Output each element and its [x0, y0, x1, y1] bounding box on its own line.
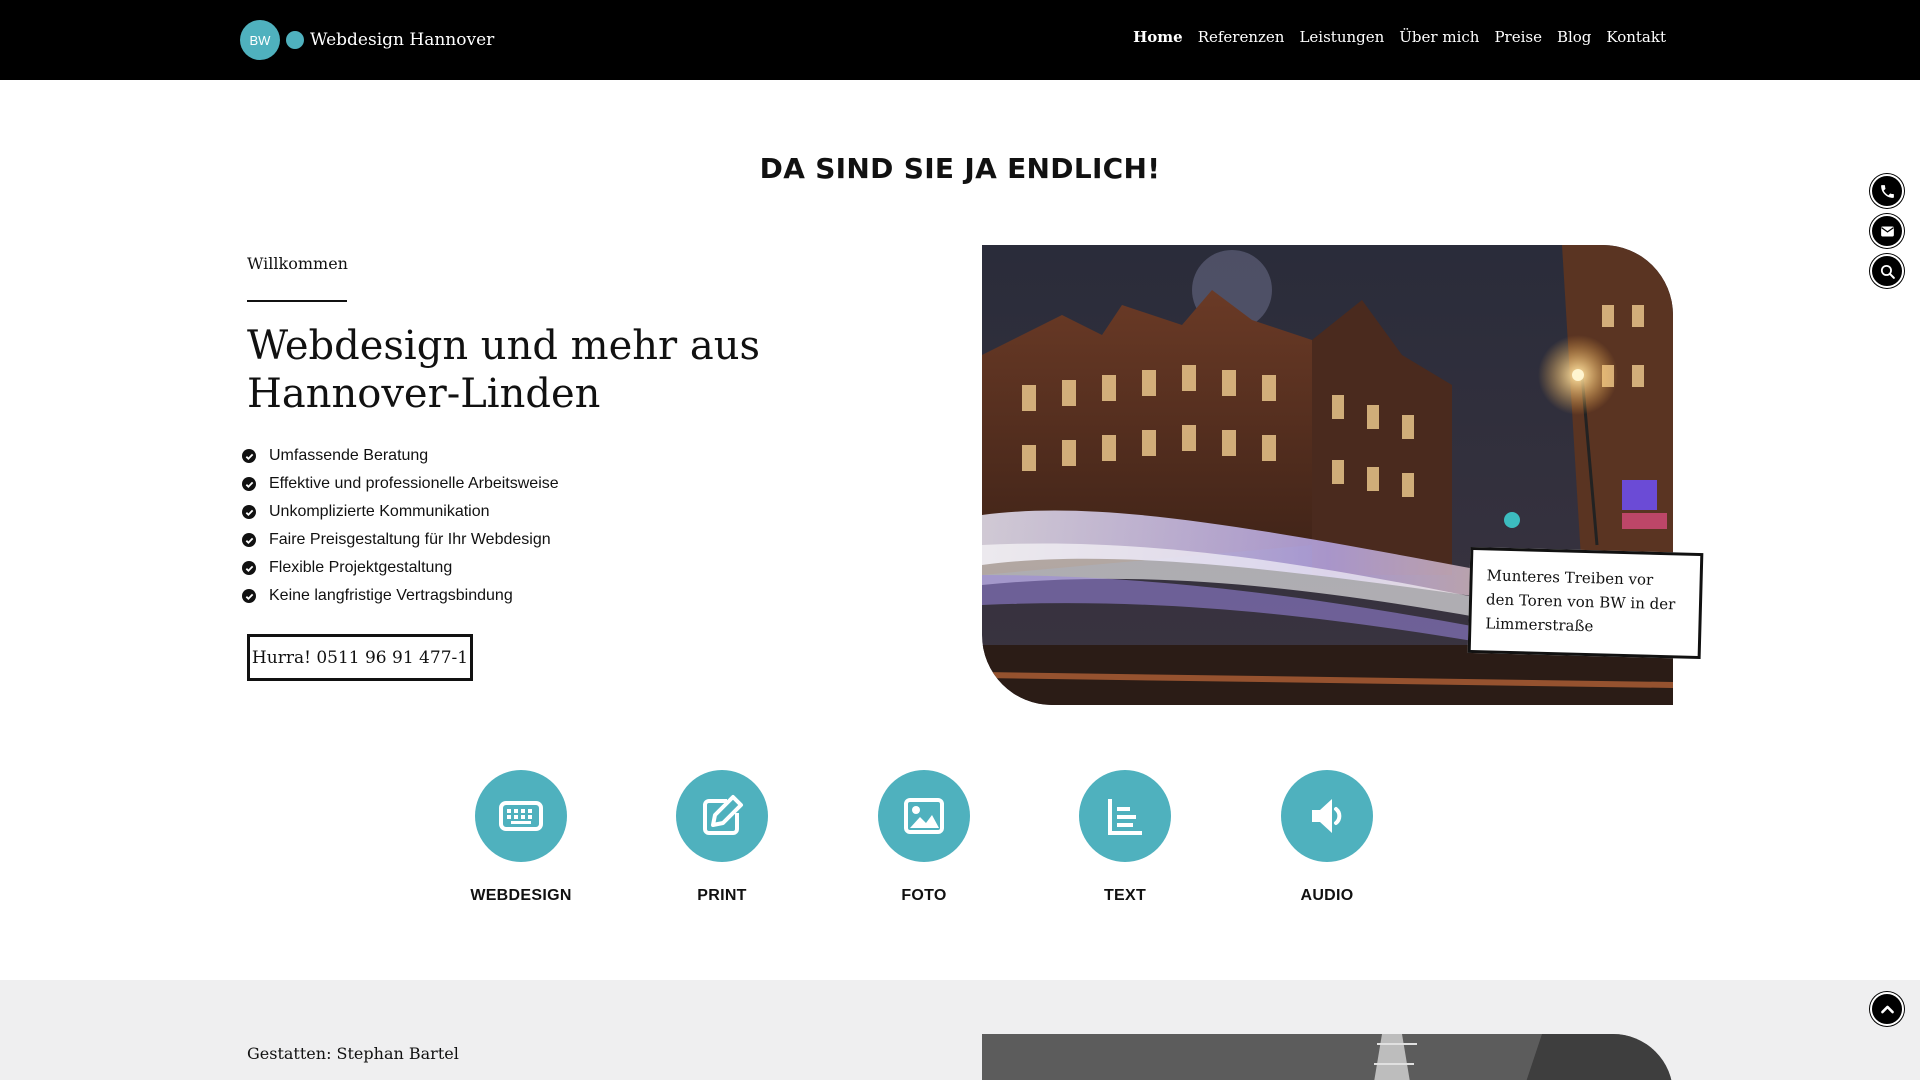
nav-leistungen[interactable]: Leistungen — [1299, 28, 1384, 46]
call-button[interactable]: Hurra! 0511 96 91 477-1 — [247, 634, 473, 681]
list-item: Keine langfristige Vertragsbindung — [242, 582, 559, 610]
nav-home[interactable]: Home — [1133, 28, 1183, 46]
about-kicker: Gestatten: Stephan Bartel — [247, 1044, 459, 1063]
service-foto[interactable]: FOTO — [844, 770, 1004, 905]
check-circle-icon — [242, 477, 256, 491]
keyboard-icon — [475, 770, 567, 862]
nav-kontakt[interactable]: Kontakt — [1606, 28, 1666, 46]
scroll-to-top-button[interactable] — [1870, 992, 1904, 1026]
site-logo[interactable]: BW Webdesign Hannover — [240, 20, 494, 60]
benefits-list: Umfassende Beratung Effektive und profes… — [242, 442, 559, 610]
page-heading: DA SIND SIE JA ENDLICH! — [759, 152, 1161, 185]
speaker-icon — [1281, 770, 1373, 862]
check-circle-icon — [242, 561, 256, 575]
nav-blog[interactable]: Blog — [1557, 28, 1591, 46]
service-text[interactable]: TEXT — [1045, 770, 1205, 905]
service-label: AUDIO — [1300, 887, 1354, 904]
nav-ueber-mich[interactable]: Über mich — [1399, 28, 1479, 46]
photo-caption: Munteres Treiben vor den Toren von BW in… — [1467, 546, 1704, 660]
image-icon — [878, 770, 970, 862]
list-item: Flexible Projektgestaltung — [242, 554, 559, 582]
top-navigation-bar: BW Webdesign Hannover Home Referenzen Le… — [0, 0, 1920, 80]
mail-icon[interactable] — [1870, 214, 1904, 248]
search-icon[interactable] — [1870, 254, 1904, 288]
logo-dot — [286, 31, 304, 49]
check-circle-icon — [242, 533, 256, 547]
section-kicker: Willkommen — [247, 254, 348, 273]
logo-badge: BW — [240, 20, 280, 60]
service-label: FOTO — [901, 887, 947, 904]
check-circle-icon — [242, 449, 256, 463]
service-label: TEXT — [1103, 887, 1147, 904]
nav-preise[interactable]: Preise — [1494, 28, 1542, 46]
list-item: Umfassende Beratung — [242, 442, 559, 470]
list-item: Unkomplizierte Kommunikation — [242, 498, 559, 526]
service-audio[interactable]: AUDIO — [1247, 770, 1407, 905]
kicker-divider — [247, 300, 347, 302]
list-item-text: Umfassende Beratung — [269, 447, 429, 464]
edit-icon — [676, 770, 768, 862]
service-label: PRINT — [697, 887, 747, 904]
list-item: Faire Preisgestaltung für Ihr Webdesign — [242, 526, 559, 554]
service-print[interactable]: PRINT — [642, 770, 802, 905]
text-icon — [1079, 770, 1171, 862]
check-circle-icon — [242, 505, 256, 519]
list-item-text: Faire Preisgestaltung für Ihr Webdesign — [269, 531, 551, 548]
list-item-text: Unkomplizierte Kommunikation — [269, 503, 490, 520]
service-webdesign[interactable]: WEBDESIGN — [441, 770, 601, 905]
list-item-text: Effektive und professionelle Arbeitsweis… — [269, 475, 559, 492]
hero-title: Webdesign und mehr aus Hannover-Linden — [247, 323, 760, 417]
chevron-up-icon — [1880, 1005, 1894, 1013]
check-circle-icon — [242, 589, 256, 603]
nav-referenzen[interactable]: Referenzen — [1198, 28, 1285, 46]
about-photo — [982, 1034, 1673, 1080]
service-label: WEBDESIGN — [470, 887, 572, 904]
list-item: Effektive und professionelle Arbeitsweis… — [242, 470, 559, 498]
main-nav: Home Referenzen Leistungen Über mich Pre… — [1133, 28, 1666, 46]
list-item-text: Flexible Projektgestaltung — [269, 559, 453, 576]
list-item-text: Keine langfristige Vertragsbindung — [269, 587, 513, 604]
logo-text: Webdesign Hannover — [310, 30, 495, 50]
